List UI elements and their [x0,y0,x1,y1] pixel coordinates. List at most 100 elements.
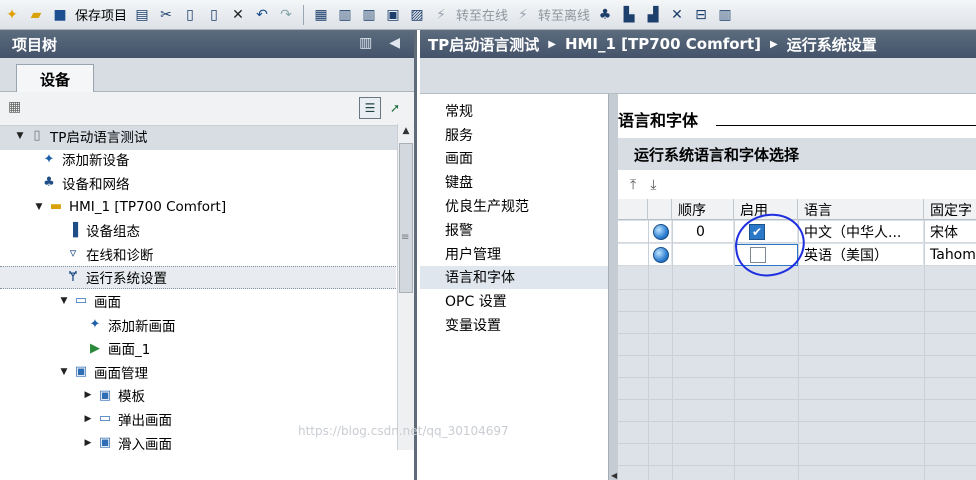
nav-item-screens[interactable]: 画面 [420,147,608,171]
save-icon[interactable]: ■ [49,3,71,27]
chevron-right-icon: ▶ [769,38,778,50]
cut-icon[interactable]: ✂ [155,3,177,27]
undo-icon[interactable]: ↶ [251,3,273,27]
expand-arrow-icon[interactable]: ▶ [82,414,94,424]
nav-item-opc[interactable]: OPC 设置 [420,289,608,313]
add-screen-icon: ✦ [89,317,101,333]
paste-icon[interactable]: ▯ [203,3,225,27]
expand-arrow-icon[interactable]: ▼ [14,131,26,141]
nav-item-tag-settings[interactable]: 变量设置 [420,313,608,337]
print-icon[interactable]: ▤ [131,3,153,27]
split-vertical-icon[interactable]: ▥ [714,3,736,27]
collapse-panel-icon[interactable]: ▥ ◀ [359,35,406,51]
tree-item-hmi[interactable]: ▼ ▬ HMI_1 [TP700 Comfort] [0,195,396,219]
expand-arrow-icon[interactable]: ▼ [58,367,70,377]
pane-splitter[interactable]: ◀ [608,94,618,480]
download-icon[interactable]: ▥ [334,3,356,27]
grid-line [924,220,925,480]
tree-item-add-screen[interactable]: ✦ 添加新画面 [0,313,396,337]
enabled-checkbox[interactable]: ✔ [749,224,765,240]
tree-item-project[interactable]: ▼ ▯ TP启动语言测试 [0,124,396,148]
editor-area: TP启动语言测试 ▶ HMI_1 [TP700 Comfort] ▶ 运行系统设… [420,30,976,480]
save-project-button[interactable]: 保存项目 [72,5,130,24]
sort-toolbar: ⤒ ⤓ [618,172,976,197]
tree-item-label: 在线和诊断 [86,247,154,264]
scroll-up-icon[interactable]: ▲ [399,126,413,140]
runtime-icon[interactable]: ▨ [406,3,428,27]
simulate-icon[interactable]: ▣ [382,3,404,27]
font-cell[interactable]: 宋体 [924,221,976,243]
tree-item-screen-management[interactable]: ▼ ▣ 画面管理 [0,360,396,384]
upload-icon[interactable]: ▥ [358,3,380,27]
column-header-spacer [648,199,672,220]
expand-arrow-icon[interactable]: ▼ [33,202,45,212]
cross-reference-icon[interactable]: ▙ [618,3,640,27]
nav-item-gmp[interactable]: 优良生产规范 [420,194,608,218]
chevron-right-icon: ▶ [548,38,556,50]
tree-item-add-device[interactable]: ✦ 添加新设备 [0,148,396,172]
language-cell[interactable]: 英语（美国） [798,244,924,266]
tree-item-label: 设备和网络 [62,176,130,193]
enabled-checkbox[interactable] [750,247,766,263]
go-offline-icon: ⚡ [518,6,528,23]
folder-icon: ▭ [98,411,112,427]
nav-item-alarms[interactable]: 报警 [420,218,608,242]
compare-icon[interactable]: ▟ [642,3,664,27]
overview-icon[interactable]: ▦ [8,99,21,115]
expand-arrow-icon[interactable]: ▶ [82,438,94,448]
column-header-enabled[interactable]: 启用 [734,199,798,220]
breadcrumb-page[interactable]: 运行系统设置 [787,34,877,55]
grid-line [648,220,649,480]
tree-item-runtime-settings[interactable]: Ɏ 运行系统设置 [0,265,396,290]
tree-item-templates[interactable]: ▶ ▣ 模板 [0,384,396,408]
tab-devices[interactable]: 设备 [16,64,94,93]
nav-item-general[interactable]: 常规 [420,99,608,123]
delete-icon[interactable]: ✕ [227,3,249,27]
copy-icon[interactable]: ▯ [179,3,201,27]
main-toolbar: ✦ ▰ ■ 保存项目 ▤ ✂ ▯ ▯ ✕ ↶ ↷ ▦ ▥ ▥ ▣ ▨ ⚡ 转至在… [0,0,976,30]
breadcrumb-device[interactable]: HMI_1 [TP700 Comfort] [565,35,761,53]
tree-tabbar: 设备 [0,58,414,93]
move-down-icon[interactable]: ⤓ [650,177,656,193]
split-horizontal-icon[interactable]: ⊟ [690,3,712,27]
close-all-icon[interactable]: ✕ [666,3,688,27]
nav-item-services[interactable]: 服务 [420,123,608,147]
tree-item-devices-networks[interactable]: ♣ 设备和网络 [0,171,396,195]
breadcrumb-project[interactable]: TP启动语言测试 [428,34,539,55]
move-up-icon[interactable]: ⤒ [630,177,636,193]
project-tree: ▼ ▯ TP启动语言测试 ✦ 添加新设备 ♣ 设备和网络 ▼ ▬ HMI_1 [… [0,124,396,450]
language-cell[interactable]: 中文（中华人... [798,221,924,243]
export-icon[interactable]: ➚ [384,97,406,119]
scrollbar-thumb[interactable] [399,143,413,293]
tree-scrollbar[interactable]: ▲ ≡ [397,124,414,450]
accessible-devices-icon[interactable]: ♣ [594,3,616,27]
toolbar-separator [303,4,305,25]
open-project-icon[interactable]: ▰ [25,3,47,27]
nav-item-user-admin[interactable]: 用户管理 [420,242,608,266]
breadcrumb: TP启动语言测试 ▶ HMI_1 [TP700 Comfort] ▶ 运行系统设… [420,30,976,58]
redo-icon[interactable]: ↷ [275,3,297,27]
new-project-icon[interactable]: ✦ [1,3,23,27]
font-cell[interactable]: Tahom [924,244,976,266]
order-cell[interactable] [672,244,734,266]
add-device-icon: ✦ [43,151,55,167]
go-online-button[interactable]: 转至在线 [453,5,511,24]
nav-item-keyboard[interactable]: 键盘 [420,170,608,194]
list-view-icon[interactable]: ☰ [359,97,381,119]
column-header-order[interactable]: 顺序 [672,199,734,220]
collapse-arrow-icon[interactable]: ◀ [611,471,617,480]
column-header-language[interactable]: 语言 [798,199,924,220]
go-offline-button[interactable]: 转至离线 [535,5,593,24]
nav-item-language-font[interactable]: 语言和字体 [420,265,608,290]
tree-item-screens[interactable]: ▼ ▭ 画面 [0,289,396,313]
expand-arrow-icon[interactable]: ▼ [58,296,70,306]
tree-item-device-config[interactable]: ▐ 设备组态 [0,218,396,242]
compile-icon[interactable]: ▦ [310,3,332,27]
column-header-font[interactable]: 固定字 [924,199,976,220]
tree-item-screen-1[interactable]: ▶ 画面_1 [0,336,396,360]
tree-item-online-diagnostics[interactable]: ▿ 在线和诊断 [0,242,396,266]
subsection-header: 运行系统语言和字体选择 [618,138,976,170]
expand-arrow-icon[interactable]: ▶ [82,390,94,400]
order-cell[interactable]: 0 [672,221,734,243]
grid-line [618,377,976,378]
